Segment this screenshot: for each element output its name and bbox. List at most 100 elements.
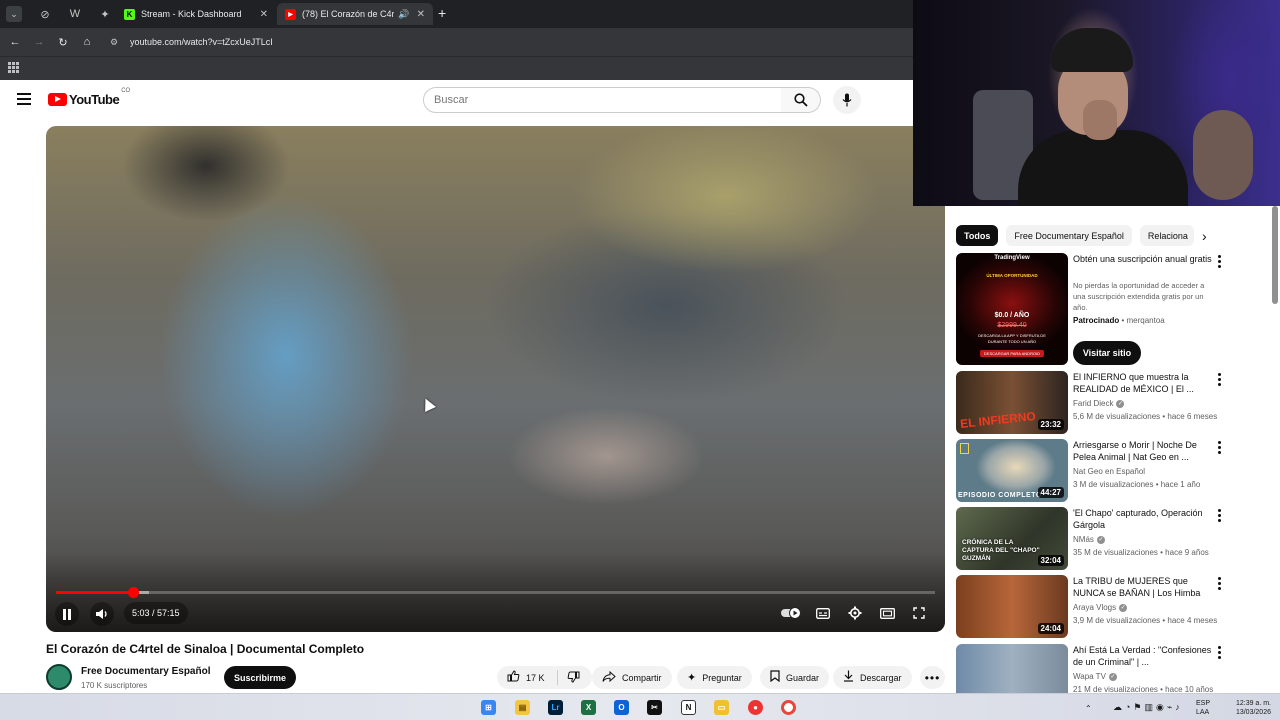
like-dislike-group: 17 K — [497, 666, 592, 689]
volume-button[interactable] — [90, 602, 114, 626]
subtitles-button[interactable] — [811, 602, 835, 624]
new-tab-button[interactable]: + — [438, 5, 446, 21]
video-meta: 5,6 M de visualizaciones • hace 6 meses — [1073, 412, 1218, 421]
sponsored-item[interactable]: TradingView ÚLTIMA OPORTUNIDAD $0.0 / AÑ… — [956, 253, 1226, 365]
more-vertical-icon[interactable] — [1218, 441, 1222, 454]
apps-grid-icon[interactable] — [8, 62, 19, 73]
tray-icons[interactable]: ☁◔⚑▥◉⌁♪ — [1113, 703, 1183, 712]
dislike-button[interactable] — [567, 671, 580, 685]
more-actions-button[interactable]: ••• — [920, 666, 945, 689]
youtube-logo[interactable]: YouTube CO — [48, 88, 130, 107]
video-title: El INFIERNO que muestra la REALIDAD de M… — [1073, 372, 1194, 394]
reload-icon[interactable]: ↻ — [51, 36, 75, 49]
ask-button[interactable]: ✦ Preguntar — [677, 666, 752, 689]
autoplay-toggle-icon — [781, 607, 801, 619]
close-tab-icon[interactable]: ✕ — [417, 9, 425, 20]
ad-thumbnail[interactable]: TradingView ÚLTIMA OPORTUNIDAD $0.0 / AÑ… — [956, 253, 1068, 365]
natgeo-logo-icon — [960, 443, 969, 454]
ad-price: $0.0 / AÑO — [994, 312, 1030, 319]
share-button[interactable]: Compartir — [592, 666, 672, 689]
chip-related[interactable]: Relaciona — [1139, 225, 1194, 246]
list-item[interactable]: EPISODIO COMPLETO 44:27 Arriesgarse o Mo… — [956, 439, 1226, 502]
close-tab-icon[interactable]: ✕ — [260, 9, 268, 20]
more-vertical-icon[interactable] — [1218, 509, 1222, 522]
folder-icon[interactable]: ▭ — [714, 700, 729, 715]
pinned-tab-wiki-icon[interactable]: W — [64, 3, 86, 25]
tray-chevron-icon[interactable]: ⌃ — [1085, 704, 1092, 713]
search-button[interactable] — [781, 87, 821, 113]
download-icon — [843, 670, 854, 685]
video-title: Arriesgarse o Morir | Noche De Pelea Ani… — [1073, 440, 1197, 462]
pinned-tab-icon[interactable]: ⊘ — [34, 3, 56, 25]
volume-icon — [96, 609, 107, 619]
start-icon[interactable]: ⊞ — [481, 700, 496, 715]
scrollbar-thumb[interactable] — [1272, 206, 1278, 304]
pinned-tab-gemini-icon[interactable]: ✦ — [94, 3, 116, 25]
channel-name: Wapa TV — [1073, 672, 1106, 681]
video-title: La TRIBU de MUJERES que NUNCA se BAÑAN |… — [1073, 576, 1201, 598]
tab-kick-dashboard[interactable]: K Stream - Kick Dashboard ✕ — [116, 3, 276, 25]
like-button[interactable] — [507, 670, 520, 685]
voice-search-button[interactable] — [833, 86, 861, 114]
back-icon[interactable]: ← — [3, 36, 27, 48]
tab-youtube-video[interactable]: ▶ (78) El Corazón de C4rtel d 🔊 ✕ — [277, 3, 433, 25]
save-button[interactable]: Guardar — [760, 666, 830, 689]
theater-mode-button[interactable] — [875, 602, 899, 624]
record-app-icon[interactable]: ● — [748, 700, 763, 715]
notion-icon[interactable]: N — [681, 700, 696, 715]
list-item[interactable]: CRÓNICA DE LA CAPTURA DEL "CHAPO" GUZMÁN… — [956, 507, 1226, 570]
excel-icon[interactable]: X — [581, 700, 596, 715]
home-icon[interactable]: ⌂ — [75, 36, 99, 48]
more-vertical-icon[interactable] — [1218, 373, 1222, 386]
channel-name[interactable]: Free Documentary Español — [81, 666, 210, 677]
search-input[interactable]: Buscar — [423, 87, 782, 113]
played-bar — [56, 591, 134, 594]
more-vertical-icon[interactable] — [1218, 646, 1222, 659]
download-button[interactable]: Descargar — [833, 666, 912, 689]
chrome-icon[interactable] — [781, 700, 796, 715]
video-thumbnail[interactable]: CRÓNICA DE LA CAPTURA DEL "CHAPO" GUZMÁN… — [956, 507, 1068, 570]
chevron-right-icon[interactable]: › — [1202, 228, 1207, 244]
fullscreen-button[interactable] — [907, 602, 931, 624]
list-item[interactable]: EL INFIERNO 23:32 El INFIERNO que muestr… — [956, 371, 1226, 434]
file-explorer-icon[interactable]: ▤ — [515, 700, 530, 715]
sidebar-scrollbar[interactable] — [1271, 206, 1279, 693]
list-item[interactable]: Ahí Está La Verdad : "Confesiones de un … — [956, 644, 1226, 693]
lightroom-icon[interactable]: Lr — [548, 700, 563, 715]
video-meta: 3,9 M de visualizaciones • hace 4 meses — [1073, 616, 1218, 625]
video-thumbnail[interactable]: 24:04 — [956, 575, 1068, 638]
capcut-icon[interactable]: ✂ — [647, 700, 662, 715]
autoplay-toggle[interactable] — [779, 602, 803, 624]
channel-avatar[interactable] — [46, 664, 72, 690]
list-item[interactable]: 24:04 La TRIBU de MUJERES que NUNCA se B… — [956, 575, 1226, 638]
duration-badge: 23:32 — [1037, 419, 1064, 430]
clock-date: 13/03/2026 — [1235, 709, 1271, 716]
outlook-icon[interactable]: O — [614, 700, 629, 715]
subscribe-button[interactable]: Suscribirme — [224, 666, 296, 689]
pause-button[interactable] — [55, 602, 79, 626]
visit-site-button[interactable]: Visitar sitio — [1073, 341, 1141, 365]
chip-channel[interactable]: Free Documentary Español — [1006, 225, 1132, 246]
chip-todos[interactable]: Todos — [956, 225, 999, 246]
video-title: El Corazón de C4rtel de Sinaloa | Docume… — [46, 642, 365, 656]
forward-icon[interactable]: → — [27, 36, 51, 48]
clock[interactable]: 12:39 a. m. 13/03/2026 — [1219, 699, 1271, 717]
channel-name: NMás — [1073, 535, 1094, 544]
progress-bar[interactable] — [56, 587, 935, 598]
video-thumbnail[interactable]: EPISODIO COMPLETO 44:27 — [956, 439, 1068, 502]
tab-search-icon[interactable]: ⌄ — [6, 6, 22, 22]
video-player[interactable]: 5:03 / 57:15 — [46, 126, 945, 632]
settings-button[interactable] — [843, 602, 867, 624]
speaker-icon[interactable]: 🔊 — [398, 9, 409, 20]
video-thumbnail[interactable] — [956, 644, 1068, 693]
video-thumbnail[interactable]: EL INFIERNO 23:32 — [956, 371, 1068, 434]
more-vertical-icon[interactable] — [1218, 577, 1222, 590]
site-info-icon[interactable]: ⚙ — [110, 37, 124, 48]
verified-icon: ✓ — [1108, 672, 1117, 681]
more-vertical-icon[interactable] — [1218, 255, 1222, 268]
channel-line: Araya Vlogs ✓ — [1073, 603, 1128, 612]
menu-icon[interactable] — [17, 93, 31, 105]
youtube-header: YouTube CO Buscar — [0, 80, 913, 120]
address-bar[interactable]: ⚙ youtube.com/watch?v=tZcxUeJTLcI — [106, 31, 911, 53]
language-indicator[interactable]: ESP LAA — [1196, 699, 1210, 717]
